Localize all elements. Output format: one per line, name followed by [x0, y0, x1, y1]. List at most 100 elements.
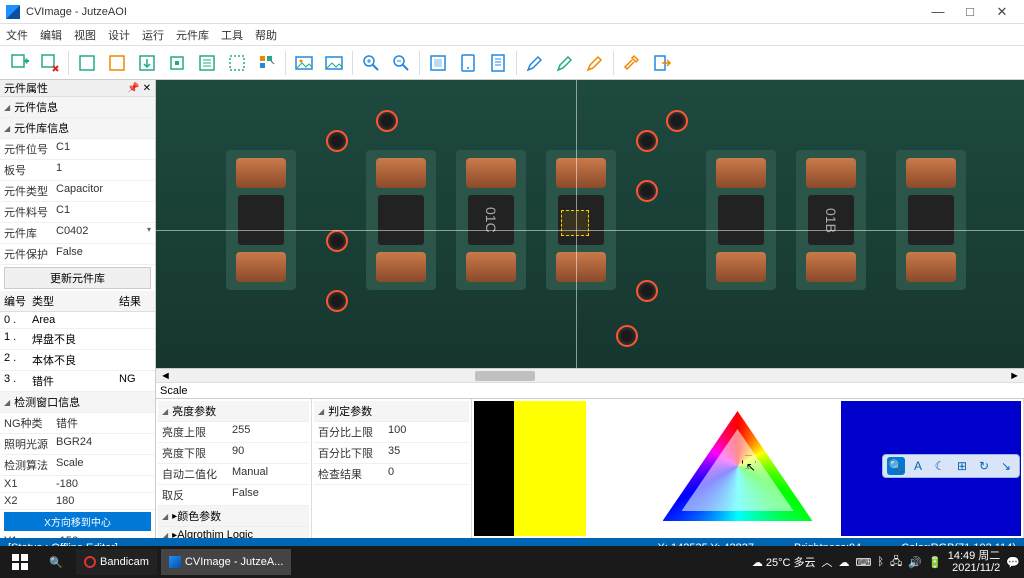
- floating-toolbar[interactable]: 🔍 A ☾ ⊞ ↻ ↘: [882, 454, 1020, 478]
- pin-icon[interactable]: 📌 ✕: [127, 83, 151, 94]
- minimize-button[interactable]: —: [922, 2, 954, 22]
- windows-taskbar: 🔍 Bandicam CVImage - JutzeA... ☁ 25°C 多云…: [0, 546, 1024, 578]
- histogram-bar: [474, 401, 514, 536]
- prop-protect[interactable]: 元件保护False: [0, 244, 155, 265]
- panel-header: 元件属性 📌 ✕: [0, 80, 155, 97]
- brightness-params: 亮度参数 亮度上限255 亮度下限90 自动二值化Manual 取反False …: [156, 399, 312, 538]
- task-bandicam[interactable]: Bandicam: [76, 549, 157, 575]
- float-moon-icon[interactable]: ☾: [931, 457, 949, 475]
- tool-img2[interactable]: [320, 49, 348, 77]
- tool-grid[interactable]: [253, 49, 281, 77]
- section-detect-window[interactable]: 检测窗口信息: [0, 392, 155, 413]
- color-triangle[interactable]: ↖: [634, 401, 841, 536]
- section-brightness[interactable]: 亮度参数: [158, 401, 309, 422]
- update-library-button[interactable]: 更新元件库: [4, 267, 151, 289]
- weather-widget[interactable]: ☁ 25°C 多云: [752, 554, 816, 570]
- menu-edit[interactable]: 编辑: [40, 27, 62, 43]
- prop-library[interactable]: 元件库C0402: [0, 223, 155, 244]
- search-button[interactable]: 🔍: [40, 548, 72, 576]
- menubar: 文件 编辑 视图 设计 运行 元件库 工具 帮助: [0, 24, 1024, 46]
- tool-fit[interactable]: [424, 49, 452, 77]
- pcb-image-view[interactable]: 01C 01B: [156, 80, 1024, 368]
- section-color[interactable]: ▸ 颜色参数: [158, 506, 309, 527]
- app-logo-icon: [6, 5, 20, 19]
- tray-vol-icon[interactable]: 🔊: [908, 556, 922, 569]
- menu-design[interactable]: 设计: [108, 27, 130, 43]
- delete-button[interactable]: [36, 49, 64, 77]
- menu-view[interactable]: 视图: [74, 27, 96, 43]
- close-button[interactable]: ✕: [986, 2, 1018, 22]
- tool-rect1[interactable]: [73, 49, 101, 77]
- tray-bt-icon[interactable]: ᛒ: [877, 556, 884, 568]
- prop-x2[interactable]: X2180: [0, 493, 155, 510]
- menu-file[interactable]: 文件: [6, 27, 28, 43]
- zoom-in-button[interactable]: [357, 49, 385, 77]
- cursor-icon: ↖: [746, 460, 756, 474]
- results-table-header: 编号类型结果: [0, 291, 155, 312]
- tray-ime-icon[interactable]: ⌨: [856, 556, 872, 569]
- menu-help[interactable]: 帮助: [255, 27, 277, 43]
- crosshair-horizontal: [156, 230, 1024, 231]
- prop-x1[interactable]: X1-180: [0, 476, 155, 493]
- toolbar: [0, 46, 1024, 80]
- menu-tools[interactable]: 工具: [221, 27, 243, 43]
- float-a-icon[interactable]: A: [909, 457, 927, 475]
- prop-type[interactable]: 元件类型Capacitor: [0, 181, 155, 202]
- judge-params: 判定参数 百分比上限100 百分比下限35 检查结果0: [312, 399, 472, 538]
- tray-net-icon[interactable]: 🖧: [890, 553, 902, 572]
- table-row[interactable]: 1 .焊盘不良: [0, 329, 155, 350]
- tool-hammer[interactable]: [618, 49, 646, 77]
- tool-list[interactable]: [193, 49, 221, 77]
- section-library-info[interactable]: 元件库信息: [0, 118, 155, 139]
- prop-board[interactable]: 板号1: [0, 160, 155, 181]
- task-cvimage[interactable]: CVImage - JutzeA...: [161, 549, 291, 575]
- float-grid-icon[interactable]: ⊞: [953, 457, 971, 475]
- tool-chip[interactable]: [163, 49, 191, 77]
- tool-pen3[interactable]: [581, 49, 609, 77]
- tray-batt-icon[interactable]: 🔋: [928, 556, 942, 569]
- table-row[interactable]: 3 .错件NG: [0, 371, 155, 392]
- tray-onedrive-icon[interactable]: ☁: [839, 556, 850, 569]
- tool-crop[interactable]: [223, 49, 251, 77]
- tool-rect2[interactable]: [103, 49, 131, 77]
- system-tray[interactable]: ☁ 25°C 多云 ︿ ☁ ⌨ ᛒ 🖧 🔊 🔋 14:49 周二 2021/11…: [752, 550, 1020, 574]
- prop-refdes[interactable]: 元件位号C1: [0, 139, 155, 160]
- tray-notify-icon[interactable]: 💬: [1006, 556, 1020, 569]
- titlebar: CVImage - JutzeAOI — □ ✕: [0, 0, 1024, 24]
- properties-panel: 元件属性 📌 ✕ 元件信息 元件库信息 元件位号C1 板号1 元件类型Capac…: [0, 80, 156, 538]
- scale-label-row: Scale: [156, 382, 1024, 398]
- roi-selection[interactable]: [561, 210, 589, 236]
- menu-run[interactable]: 运行: [142, 27, 164, 43]
- float-refresh-icon[interactable]: ↻: [975, 457, 993, 475]
- prop-algo[interactable]: 检测算法Scale: [0, 455, 155, 476]
- tool-img1[interactable]: [290, 49, 318, 77]
- table-row[interactable]: 0 .Area: [0, 312, 155, 329]
- tool-doc[interactable]: [484, 49, 512, 77]
- prop-ngtype[interactable]: NG种类错件: [0, 413, 155, 434]
- start-button[interactable]: [4, 548, 36, 576]
- section-logic[interactable]: ▸ Algrothim Logic: [158, 527, 309, 538]
- tray-up-icon[interactable]: ︿: [822, 554, 833, 570]
- section-judge[interactable]: 判定参数: [314, 401, 469, 422]
- zoom-out-button[interactable]: [387, 49, 415, 77]
- tray-clock[interactable]: 14:49 周二 2021/11/2: [948, 550, 1001, 574]
- table-row[interactable]: 2 .本体不良: [0, 350, 155, 371]
- add-button[interactable]: [6, 49, 34, 77]
- tool-exit[interactable]: [648, 49, 676, 77]
- menu-library[interactable]: 元件库: [176, 27, 209, 43]
- panel-title: 元件属性: [4, 80, 48, 96]
- float-search-icon[interactable]: 🔍: [887, 457, 905, 475]
- prop-light[interactable]: 照明光源BGR24: [0, 434, 155, 455]
- tool-pen2[interactable]: [551, 49, 579, 77]
- tool-tablet[interactable]: [454, 49, 482, 77]
- maximize-button[interactable]: □: [954, 2, 986, 22]
- tool-export[interactable]: [133, 49, 161, 77]
- horizontal-scrollbar[interactable]: ◄►: [156, 368, 1024, 382]
- prop-y1[interactable]: Y1-156: [0, 533, 155, 538]
- tool-pen1[interactable]: [521, 49, 549, 77]
- window-title: CVImage - JutzeAOI: [26, 6, 922, 18]
- prop-partno[interactable]: 元件料号C1: [0, 202, 155, 223]
- float-close-icon[interactable]: ↘: [997, 457, 1015, 475]
- center-x-button[interactable]: X方向移到中心: [4, 512, 151, 531]
- section-component-info[interactable]: 元件信息: [0, 97, 155, 118]
